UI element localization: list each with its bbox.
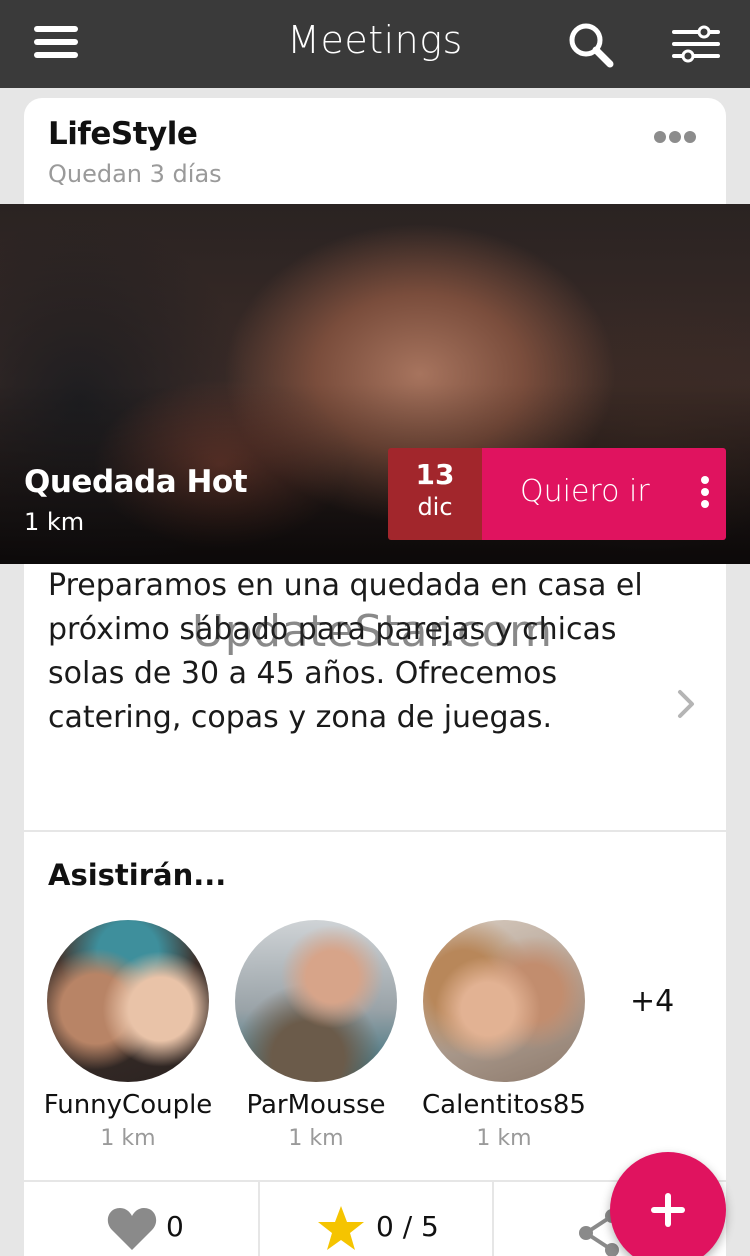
event-description: Preparamos en una quedada en casa el pró… bbox=[48, 568, 643, 735]
attendee-item[interactable]: ParMousse 1 km bbox=[226, 920, 406, 1151]
add-button[interactable] bbox=[610, 1152, 726, 1256]
heart-icon bbox=[107, 1208, 157, 1250]
like-button[interactable]: 0 bbox=[24, 1182, 258, 1256]
attendee-name: ParMousse bbox=[246, 1090, 386, 1120]
date-month: dic bbox=[417, 493, 453, 521]
chevron-right-icon[interactable] bbox=[674, 688, 698, 720]
rating-button[interactable]: 0 / 5 bbox=[260, 1182, 492, 1256]
app-bar: Meetings bbox=[0, 0, 750, 88]
page-title: Meetings bbox=[287, 18, 463, 62]
plus-icon bbox=[665, 1193, 671, 1227]
search-icon[interactable] bbox=[566, 20, 618, 68]
date-day: 13 bbox=[415, 458, 455, 491]
avatar bbox=[235, 920, 397, 1082]
more-attendees-count[interactable]: +4 bbox=[630, 984, 674, 1019]
event-image[interactable]: Quedada Hot 1 km 13 dic Quiero ir bbox=[0, 204, 750, 564]
attendee-item[interactable]: Calentitos85 1 km bbox=[414, 920, 594, 1151]
star-icon bbox=[318, 1206, 364, 1250]
event-title: Quedada Hot bbox=[24, 464, 248, 500]
group-name: LifeStyle bbox=[48, 116, 198, 152]
attend-button[interactable]: Quiero ir bbox=[482, 448, 726, 540]
rating-value: 0 / 5 bbox=[376, 1210, 439, 1243]
attendee-name: FunnyCouple bbox=[43, 1090, 213, 1120]
attendee-distance: 1 km bbox=[288, 1126, 344, 1151]
event-distance: 1 km bbox=[24, 508, 85, 536]
attendee-distance: 1 km bbox=[100, 1126, 156, 1151]
filter-icon[interactable] bbox=[670, 20, 722, 68]
attend-label: Quiero ir bbox=[520, 474, 650, 509]
vertical-dots-icon[interactable] bbox=[698, 476, 712, 512]
avatar bbox=[423, 920, 585, 1082]
divider bbox=[24, 830, 726, 832]
more-dots-icon[interactable] bbox=[654, 128, 704, 146]
time-left: Quedan 3 días bbox=[48, 160, 222, 188]
attendees-title: Asistirán... bbox=[48, 858, 227, 892]
attendee-item[interactable]: FunnyCouple 1 km bbox=[38, 920, 218, 1151]
card-header: LifeStyle Quedan 3 días bbox=[24, 98, 726, 204]
like-count: 0 bbox=[166, 1210, 184, 1243]
attendee-name: Calentitos85 bbox=[422, 1090, 586, 1120]
event-date: 13 dic bbox=[388, 448, 482, 540]
avatar bbox=[47, 920, 209, 1082]
attendee-distance: 1 km bbox=[476, 1126, 532, 1151]
